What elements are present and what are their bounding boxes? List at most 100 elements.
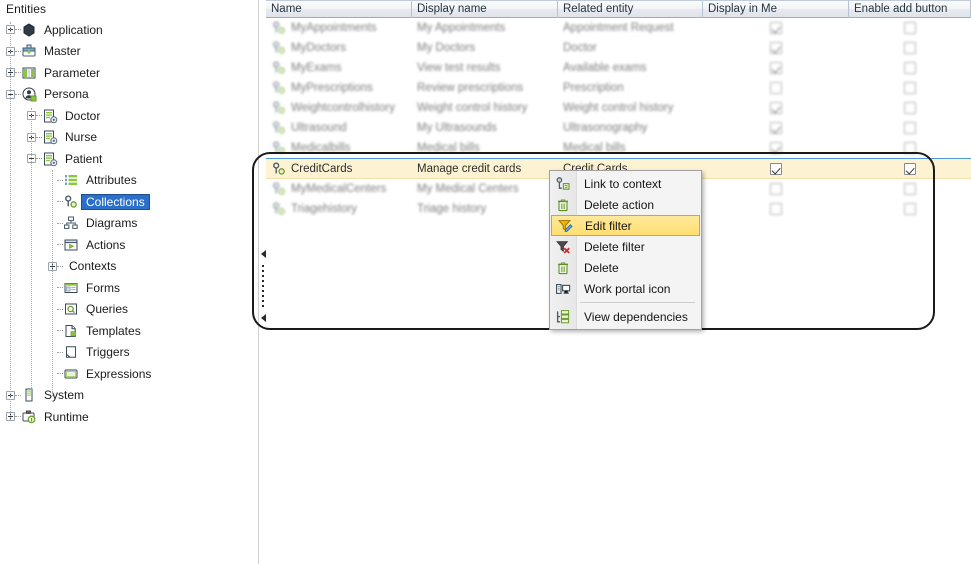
tree-guide-line: [10, 22, 11, 420]
display-in-me-checkbox[interactable]: [770, 203, 782, 215]
tree-item-label: Collections: [81, 193, 150, 210]
collection-row-icon: [271, 100, 287, 116]
tree-item-contexts[interactable]: Contexts: [0, 256, 258, 278]
column-header-related-entity[interactable]: Related entity: [558, 1, 703, 18]
tree-item-collections[interactable]: Collections: [0, 191, 258, 213]
tree-item-runtime[interactable]: Runtime: [0, 406, 258, 428]
cell-related-entity: Medical bills: [563, 142, 626, 154]
cell-display-name: View test results: [417, 62, 501, 74]
display-in-me-checkbox[interactable]: [770, 102, 782, 114]
display-in-me-checkbox[interactable]: [770, 22, 782, 34]
entities-tree-title: Entities: [6, 2, 47, 16]
cell-related-entity: Doctor: [563, 42, 597, 54]
table-row[interactable]: MyDoctors My Doctors Doctor: [266, 38, 971, 58]
tree-item-forms[interactable]: Forms: [0, 277, 258, 299]
collection-row-icon: [271, 201, 287, 217]
menu-item-delete-filter[interactable]: Delete filter: [550, 236, 701, 257]
menu-item-delete[interactable]: Delete: [550, 257, 701, 278]
table-row[interactable]: MyPrescriptions Review prescriptions Presc…: [266, 78, 971, 98]
tree-item-label: Actions: [86, 237, 126, 252]
table-row[interactable]: Ultrasound My Ultrasounds Ultrasonography: [266, 118, 971, 138]
table-row[interactable]: MyAppointments My Appointments Appointment…: [266, 18, 971, 38]
cell-display-name: Triage history: [417, 203, 487, 215]
panel-splitter-handle[interactable]: [258, 250, 268, 322]
tree-item-label: Triggers: [86, 345, 130, 360]
tree-item-diagrams[interactable]: Diagrams: [0, 213, 258, 235]
display-in-me-checkbox[interactable]: [770, 82, 782, 94]
enable-add-button-checkbox[interactable]: [904, 62, 916, 74]
display-in-me-checkbox[interactable]: [770, 42, 782, 54]
tree-item-label: Diagrams: [86, 216, 138, 231]
tree-item-master[interactable]: Master: [0, 41, 258, 63]
menu-item-delete-action[interactable]: Delete action: [550, 194, 701, 215]
menu-item-edit-filter[interactable]: Edit filter: [551, 215, 700, 236]
table-row[interactable]: Medicalbills Medical bills Medical bills: [266, 138, 971, 158]
column-header-name[interactable]: Name: [266, 1, 412, 18]
menu-separator: [580, 302, 695, 303]
runtime-icon: [21, 409, 37, 425]
collection-context-menu[interactable]: Link to context Delete action Edit filter D…: [549, 170, 702, 330]
menu-item-work-portal-icon[interactable]: Work portal icon: [550, 278, 701, 299]
templates-icon: [63, 323, 79, 339]
cell-name: Ultrasound: [291, 122, 347, 134]
enable-add-button-checkbox[interactable]: [904, 82, 916, 94]
trash-icon: [554, 197, 572, 213]
tree-item-triggers[interactable]: Triggers: [0, 342, 258, 364]
cell-name: Triagehistory: [291, 203, 358, 215]
tree-item-application[interactable]: Application: [0, 19, 258, 41]
enable-add-button-checkbox[interactable]: [904, 142, 916, 154]
display-in-me-checkbox[interactable]: [770, 162, 782, 175]
enable-add-button-checkbox[interactable]: [904, 42, 916, 54]
tree-item-attributes[interactable]: Attributes: [0, 170, 258, 192]
collapse-left-arrow-icon[interactable]: [260, 314, 266, 322]
table-row[interactable]: Weightcontrolhistory Weight control histo…: [266, 98, 971, 118]
cell-name: Weightcontrolhistory: [291, 102, 395, 114]
collection-row-icon: [271, 80, 287, 96]
entity-icon: [42, 129, 58, 145]
column-header-display-name[interactable]: Display name: [412, 1, 558, 18]
queries-icon: [63, 301, 79, 317]
tree-item-patient[interactable]: Patient: [0, 148, 258, 170]
cell-display-name: Medical bills: [417, 142, 480, 154]
actions-icon: [63, 237, 79, 253]
menu-item-label: Delete: [584, 260, 619, 275]
enable-add-button-checkbox[interactable]: [904, 183, 916, 195]
cell-name: MyAppointments: [291, 22, 377, 34]
master-icon: [21, 43, 37, 59]
tree-item-queries[interactable]: Queries: [0, 299, 258, 321]
tree-item-doctor[interactable]: Doctor: [0, 105, 258, 127]
enable-add-button-checkbox[interactable]: [904, 22, 916, 34]
cell-display-name: My Ultrasounds: [417, 122, 497, 134]
tree-item-expressions[interactable]: Expressions: [0, 363, 258, 385]
tree-item-label: Patient: [65, 151, 103, 166]
table-row[interactable]: MyExams View test results Available exams: [266, 58, 971, 78]
column-header-enable-add-button[interactable]: Enable add button: [849, 1, 971, 18]
tree-item-persona[interactable]: Persona: [0, 84, 258, 106]
tree-item-actions[interactable]: Actions: [0, 234, 258, 256]
display-in-me-checkbox[interactable]: [770, 62, 782, 74]
tree-item-parameter[interactable]: Parameter: [0, 62, 258, 84]
display-in-me-checkbox[interactable]: [770, 142, 782, 154]
diagrams-icon: [63, 215, 79, 231]
enable-add-button-checkbox[interactable]: [904, 102, 916, 114]
tree-item-label: Runtime: [44, 409, 89, 424]
menu-item-view-dependencies[interactable]: View dependencies: [550, 306, 701, 327]
display-in-me-checkbox[interactable]: [770, 122, 782, 134]
work-portal-icon: [554, 281, 572, 297]
column-header-display-in-me[interactable]: Display in Me: [703, 1, 849, 18]
splitter-grip-dots: [262, 265, 264, 307]
cell-related-entity: Weight control history: [563, 102, 674, 114]
application-icon: [21, 22, 37, 38]
menu-item-label: Link to context: [584, 176, 662, 191]
enable-add-button-checkbox[interactable]: [904, 122, 916, 134]
tree-item-templates[interactable]: Templates: [0, 320, 258, 342]
menu-item-link-to-context[interactable]: Link to context: [550, 173, 701, 194]
collapse-left-arrow-icon[interactable]: [260, 250, 266, 258]
tree-item-nurse[interactable]: Nurse: [0, 127, 258, 149]
enable-add-button-checkbox[interactable]: [904, 162, 916, 175]
tree-item-system[interactable]: System: [0, 385, 258, 407]
tree-guide-line: [31, 108, 32, 396]
cell-name: Medicalbills: [291, 142, 351, 154]
display-in-me-checkbox[interactable]: [770, 183, 782, 195]
enable-add-button-checkbox[interactable]: [904, 203, 916, 215]
